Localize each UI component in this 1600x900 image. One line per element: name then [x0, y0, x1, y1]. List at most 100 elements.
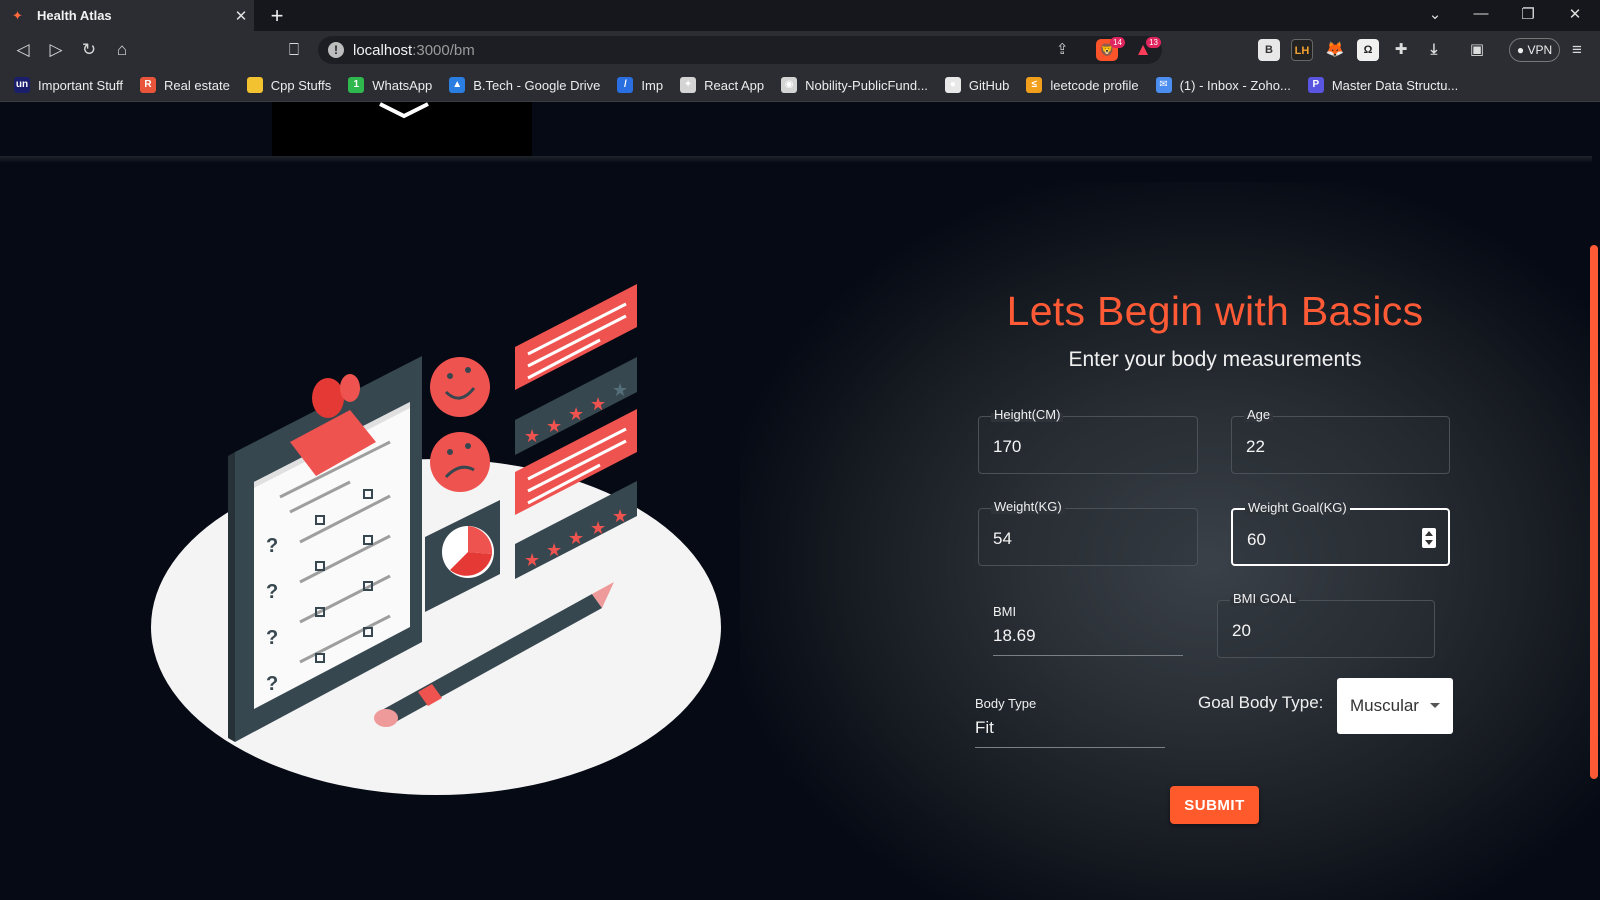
- share-icon[interactable]: ⇪: [1056, 40, 1069, 58]
- extension-lh-icon[interactable]: LH: [1291, 39, 1313, 61]
- back-icon[interactable]: ◁: [10, 37, 36, 63]
- menu-icon[interactable]: ≡: [1564, 37, 1590, 63]
- weight-field[interactable]: Weight(KG) 54: [978, 499, 1198, 566]
- bookmark-label: Cpp Stuffs: [270, 77, 332, 93]
- submit-button[interactable]: SUBMIT: [1170, 786, 1259, 824]
- height-label: Height(CM): [991, 407, 1064, 422]
- bookmark-item[interactable]: 1 WhatsApp: [348, 77, 432, 93]
- bookmark-label: GitHub: [968, 77, 1010, 93]
- bmi-goal-value[interactable]: 20: [1232, 621, 1251, 641]
- bookmark-item[interactable]: ▲ B.Tech - Google Drive: [449, 77, 600, 93]
- vpn-button[interactable]: ● VPN: [1509, 38, 1560, 62]
- bmi-value: 18.69: [993, 626, 1036, 645]
- age-label: Age: [1244, 407, 1274, 422]
- svg-text:★: ★: [546, 540, 562, 561]
- extension-b-icon[interactable]: B: [1258, 39, 1280, 61]
- weight-value[interactable]: 54: [993, 529, 1012, 549]
- page-subheading: Enter your body measurements: [1068, 348, 1362, 371]
- bookmark-item[interactable]: ✦ React App: [680, 77, 764, 93]
- bookmark-icon[interactable]: ⎕: [281, 37, 307, 63]
- vpn-label: VPN: [1527, 43, 1553, 57]
- browser-tab[interactable]: ✦ Health Atlas ✕: [0, 0, 254, 31]
- bookmark-label: React App: [704, 77, 765, 93]
- bookmark-favicon-icon: 1: [348, 77, 365, 93]
- svg-text:★: ★: [524, 426, 540, 447]
- bmi-label: BMI: [993, 604, 1017, 619]
- bmi-goal-label: BMI GOAL: [1230, 591, 1299, 606]
- bookmark-label: leetcode profile: [1050, 77, 1139, 93]
- bookmark-label: Master Data Structu...: [1331, 77, 1459, 93]
- chevron-down-icon[interactable]: [376, 102, 432, 120]
- body-type-value: Fit: [975, 718, 994, 737]
- bookmark-favicon-icon: ✦: [680, 77, 697, 93]
- height-value[interactable]: 170: [993, 437, 1021, 457]
- svg-text:★: ★: [590, 518, 606, 539]
- svg-text:★: ★: [568, 528, 584, 549]
- bookmark-item[interactable]: ✉ (1) - Inbox - Zoho...: [1155, 77, 1291, 93]
- bookmark-label: Important Stuff: [38, 77, 124, 93]
- bookmark-item[interactable]: ● GitHub: [944, 77, 1010, 93]
- weight-goal-label: Weight Goal(KG): [1245, 500, 1350, 515]
- url-path: :3000/bm: [412, 42, 475, 59]
- browser-toolbar: ◁ ▷ ↻ ⌂ ⎕ ! localhost:3000/bm ⇪ 🦁 14 ▲ 1…: [0, 31, 1600, 69]
- bookmark-item[interactable]: ◉ Nobility-PublicFund...: [781, 77, 928, 93]
- tab-close-icon[interactable]: ✕: [228, 7, 254, 25]
- page-heading: Lets Begin with Basics: [1006, 288, 1424, 334]
- metamask-icon[interactable]: 🦊: [1324, 39, 1346, 61]
- goal-body-type-value: Muscular: [1350, 696, 1419, 715]
- weight-goal-field[interactable]: Weight Goal(KG) 60: [1231, 500, 1450, 566]
- bookmark-favicon-icon: ▲: [449, 77, 466, 93]
- body-type-display: Body Type Fit: [975, 696, 1165, 748]
- bookmark-item[interactable]: un Important Stuff: [14, 77, 123, 93]
- bookmark-favicon-icon: ●: [944, 77, 961, 93]
- age-field[interactable]: Age 22: [1231, 407, 1450, 474]
- height-field[interactable]: Height(CM) 170: [978, 407, 1198, 474]
- extension-omega-icon[interactable]: Ω: [1357, 39, 1379, 61]
- home-icon[interactable]: ⌂: [109, 37, 135, 63]
- svg-text:★: ★: [612, 380, 628, 401]
- downloads-icon[interactable]: ⤓: [1423, 39, 1445, 61]
- bookmark-item[interactable]: P Master Data Structu...: [1307, 77, 1459, 93]
- close-window-button[interactable]: ✕: [1560, 5, 1590, 23]
- restore-button[interactable]: ❐: [1513, 5, 1543, 23]
- svg-text:?: ?: [266, 627, 278, 649]
- minimize-button[interactable]: —: [1466, 5, 1496, 22]
- page-scrollbar[interactable]: [1590, 245, 1598, 779]
- bookmark-favicon-icon: un: [14, 77, 30, 93]
- site-info-icon[interactable]: !: [328, 42, 344, 58]
- bookmark-label: Imp: [641, 77, 664, 93]
- tab-search-icon[interactable]: ⌄: [1420, 5, 1450, 23]
- bookmark-item[interactable]: R Real estate: [140, 77, 230, 93]
- shields-count-badge: 14: [1110, 37, 1125, 48]
- svg-text:?: ?: [266, 535, 278, 557]
- svg-text:★: ★: [524, 550, 540, 571]
- age-value[interactable]: 22: [1246, 437, 1265, 457]
- extensions-puzzle-icon[interactable]: ✚: [1390, 39, 1412, 61]
- reload-icon[interactable]: ↻: [76, 37, 102, 63]
- new-tab-button[interactable]: +: [265, 3, 289, 29]
- address-bar[interactable]: ! localhost:3000/bm ⇪ 🦁 14 ▲ 13: [318, 36, 1162, 64]
- number-spinner-icon[interactable]: [1422, 528, 1436, 548]
- svg-text:★: ★: [612, 506, 628, 527]
- rewards-count-badge: 13: [1146, 37, 1161, 48]
- dropdown-caret-icon: [1430, 703, 1440, 708]
- page-content: ?? ?? ★ ★ ★ ★ ★ ★ ★ ★ ★ ★ Lets Begin wit…: [0, 102, 1600, 900]
- bmi-goal-field[interactable]: BMI GOAL 20: [1217, 591, 1435, 658]
- bookmark-favicon-icon: [246, 77, 263, 93]
- bookmark-item[interactable]: ≤ leetcode profile: [1026, 77, 1139, 93]
- weight-goal-value[interactable]: 60: [1247, 530, 1266, 550]
- app-logo-icon: ✦: [12, 7, 23, 23]
- url-text[interactable]: localhost:3000/bm: [353, 42, 475, 59]
- goal-body-type-label: Goal Body Type:: [1198, 693, 1324, 712]
- header-divider: [0, 156, 1592, 162]
- weight-label: Weight(KG): [991, 499, 1065, 514]
- forward-icon[interactable]: ▷: [43, 37, 69, 63]
- wallet-icon[interactable]: ▣: [1466, 39, 1488, 61]
- goal-body-type-select[interactable]: Muscular: [1337, 678, 1453, 734]
- bookmark-label: (1) - Inbox - Zoho...: [1179, 77, 1291, 93]
- bookmark-favicon-icon: /: [617, 77, 634, 93]
- bookmark-favicon-icon: ✉: [1155, 77, 1172, 93]
- bookmark-item[interactable]: / Imp: [617, 77, 663, 93]
- svg-text:★: ★: [568, 404, 584, 425]
- bookmark-item[interactable]: Cpp Stuffs: [246, 77, 332, 93]
